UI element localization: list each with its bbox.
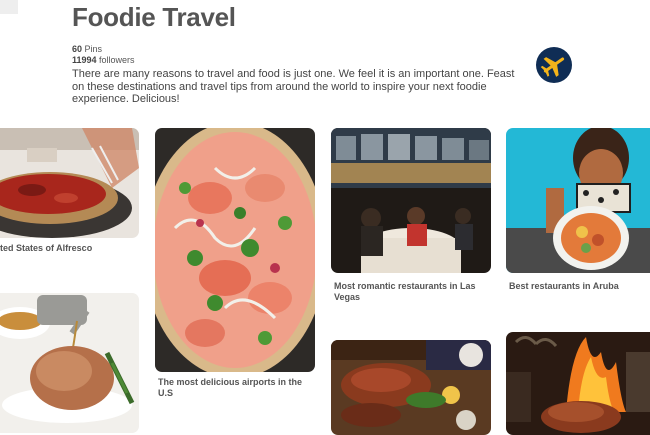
- board-title: Foodie Travel: [72, 2, 236, 32]
- pin-card[interactable]: [506, 128, 650, 273]
- pins-label: Pins: [84, 44, 103, 54]
- followers-label: followers: [99, 55, 135, 65]
- pin-caption[interactable]: ted States of Alfresco: [0, 243, 135, 254]
- pin-card[interactable]: [0, 128, 139, 238]
- followers-count: 11994: [72, 55, 97, 65]
- board-owner-avatar[interactable]: [536, 47, 572, 83]
- rooftop-restaurant-photo: [331, 128, 491, 273]
- pins-count: 60: [72, 44, 83, 54]
- pin-caption[interactable]: Best restaurants in Aruba: [509, 281, 649, 292]
- top-strip: [0, 0, 18, 14]
- pin-card[interactable]: [0, 293, 139, 433]
- pin-card[interactable]: [155, 128, 315, 372]
- pin-card[interactable]: [331, 128, 491, 273]
- pin-card[interactable]: [506, 332, 650, 435]
- bbq-platter-photo: [331, 340, 491, 435]
- beach-food-photo: [506, 128, 650, 273]
- smoked-salmon-pizza-photo: [155, 128, 315, 372]
- board-description: There are many reasons to travel and foo…: [72, 68, 515, 105]
- airplane-icon: [540, 57, 565, 77]
- pin-caption[interactable]: The most delicious airports in the U.S: [158, 377, 308, 399]
- followers-stat[interactable]: 11994 followers: [72, 55, 135, 66]
- pin-card[interactable]: [331, 340, 491, 435]
- grilled-meat-fire-photo: [506, 332, 650, 435]
- board-stats: 60 Pins 11994 followers: [72, 44, 135, 66]
- deep-dish-pizza-photo: [0, 128, 139, 238]
- pins-stat[interactable]: 60 Pins: [72, 44, 135, 55]
- roast-chicken-photo: [0, 293, 139, 433]
- pin-caption[interactable]: Most romantic restaurants in Las Vegas: [334, 281, 484, 303]
